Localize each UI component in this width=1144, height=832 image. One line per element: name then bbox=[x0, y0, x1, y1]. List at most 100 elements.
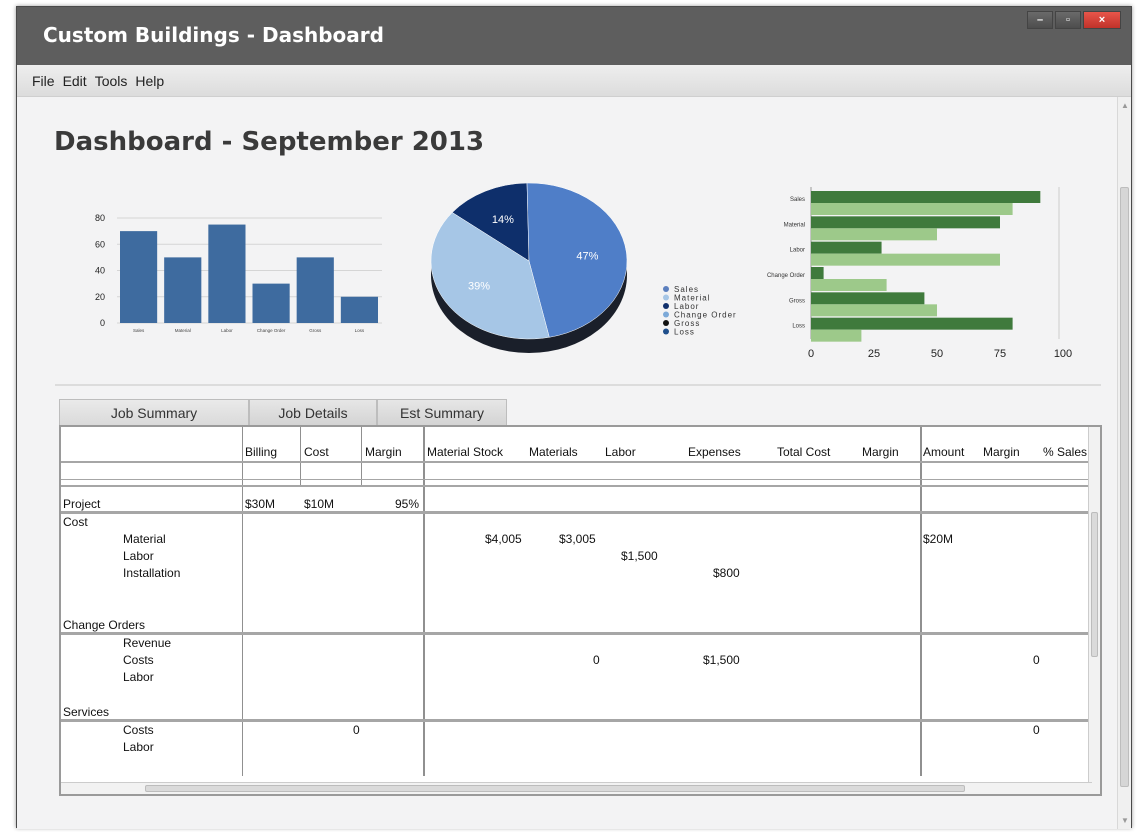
y-tick-label: 80 bbox=[95, 213, 105, 223]
bar bbox=[811, 292, 925, 305]
tab-est-summary[interactable]: Est Summary bbox=[377, 399, 507, 425]
header-expenses: Expenses bbox=[688, 445, 741, 459]
grid-rule bbox=[61, 719, 1092, 722]
maximize-button[interactable]: ▫ bbox=[1055, 11, 1081, 29]
x-tick-label: 100 bbox=[1054, 348, 1072, 359]
cost-material-stock: $4,005 bbox=[485, 532, 522, 546]
project-billing: $30M bbox=[245, 497, 276, 511]
window-vertical-scrollbar[interactable]: ▲ ▼ bbox=[1117, 97, 1131, 829]
page-title: Dashboard - September 2013 bbox=[54, 127, 485, 157]
job-summary-grid: Billing Cost Margin Material Stock Mater… bbox=[59, 425, 1102, 796]
cost-amount: $20M bbox=[923, 532, 954, 546]
change-orders-materials: 0 bbox=[593, 653, 600, 667]
grid-rule bbox=[61, 485, 1092, 487]
bar bbox=[340, 296, 378, 323]
services-costs: Costs bbox=[123, 723, 154, 737]
bar bbox=[811, 191, 1041, 203]
y-tick-label: Material bbox=[784, 222, 805, 228]
bar bbox=[811, 317, 1013, 330]
change-orders-expenses: $1,500 bbox=[703, 653, 740, 667]
minimize-button[interactable]: – bbox=[1027, 11, 1053, 29]
bar bbox=[252, 283, 290, 323]
grid-rule bbox=[61, 461, 1092, 463]
project-label: Project bbox=[63, 497, 101, 511]
grid-horizontal-scroll-thumb[interactable] bbox=[145, 785, 965, 792]
header-materials: Materials bbox=[529, 445, 578, 459]
grid-rule bbox=[61, 479, 1092, 480]
bar bbox=[811, 228, 937, 241]
tab-bar: Job Summary Job Details Est Summary bbox=[59, 399, 507, 425]
bar bbox=[811, 203, 1013, 215]
tab-job-summary[interactable]: Job Summary bbox=[59, 399, 249, 425]
x-tick-label: Change Order bbox=[257, 328, 286, 333]
pie-chart: 14%47%39% SalesMaterialLaborChange OrderG… bbox=[430, 183, 736, 353]
window-title: Custom Buildings - Dashboard bbox=[43, 23, 384, 47]
horizontal-bar-chart: Sales Material Labor Change Order Gross Loss 0… bbox=[767, 187, 1072, 359]
tab-job-details[interactable]: Job Details bbox=[249, 399, 377, 425]
app-window: Custom Buildings - Dashboard – ▫ × File … bbox=[16, 6, 1132, 829]
change-orders-labor: Labor bbox=[123, 670, 154, 684]
y-tick-label: Change Order bbox=[767, 273, 805, 279]
menu-tools[interactable]: Tools bbox=[95, 73, 128, 89]
scroll-up-icon[interactable]: ▲ bbox=[1121, 101, 1129, 110]
x-tick-label: Loss bbox=[355, 328, 365, 333]
legend-marker bbox=[663, 303, 669, 309]
menu-edit[interactable]: Edit bbox=[63, 73, 87, 89]
bar-chart: 0 20 40 60 80 Sales Material Labor Change Order G… bbox=[95, 213, 382, 333]
y-tick-label: Loss bbox=[792, 324, 805, 330]
cost-labor: $1,500 bbox=[621, 549, 658, 563]
bar bbox=[811, 253, 1000, 266]
bar bbox=[811, 216, 1000, 229]
x-tick-label: 50 bbox=[931, 348, 943, 359]
project-cost: $10M bbox=[304, 497, 335, 511]
header-margin: Margin bbox=[365, 445, 402, 459]
close-button[interactable]: × bbox=[1083, 11, 1121, 29]
grid-vertical-scrollbar[interactable] bbox=[1088, 427, 1100, 794]
change-orders-costs: Costs bbox=[123, 653, 154, 667]
grid-divider bbox=[300, 427, 301, 487]
pie-label: 14% bbox=[492, 214, 514, 226]
x-tick-label: 0 bbox=[808, 348, 814, 359]
y-tick-label: Gross bbox=[789, 298, 805, 304]
bar bbox=[120, 231, 158, 323]
y-tick-label: 20 bbox=[95, 292, 105, 302]
header-margin-2: Margin bbox=[862, 445, 899, 459]
scroll-down-icon[interactable]: ▼ bbox=[1121, 816, 1129, 825]
grid-vertical-scroll-thumb[interactable] bbox=[1091, 512, 1098, 657]
grid-divider bbox=[361, 427, 362, 487]
services-label: Services bbox=[63, 705, 110, 719]
services-margin: 0 bbox=[353, 723, 360, 737]
menu-file[interactable]: File bbox=[32, 73, 55, 89]
window-scroll-thumb[interactable] bbox=[1120, 187, 1129, 787]
grid-rule bbox=[61, 632, 1092, 635]
x-tick-label: Material bbox=[175, 328, 191, 333]
y-tick-label: Labor bbox=[790, 248, 805, 254]
change-orders-label: Change Orders bbox=[63, 618, 146, 632]
legend-marker bbox=[663, 294, 669, 301]
cost-section-label: Cost bbox=[63, 515, 88, 529]
change-orders-pct-sales: 0 bbox=[1033, 653, 1040, 667]
y-tick-label: Sales bbox=[790, 197, 805, 203]
x-tick-label: Labor bbox=[221, 328, 233, 333]
header-billing: Billing bbox=[245, 445, 278, 459]
header-amount: Amount bbox=[923, 445, 965, 459]
x-tick-label: Sales bbox=[133, 328, 145, 333]
grid-rule bbox=[61, 511, 1092, 514]
y-tick-label: 60 bbox=[95, 239, 105, 249]
services-labor: Labor bbox=[123, 740, 154, 754]
legend-marker bbox=[663, 311, 669, 318]
header-cost: Cost bbox=[304, 445, 329, 459]
grid-horizontal-scrollbar[interactable] bbox=[61, 782, 1092, 794]
cost-materials: $3,005 bbox=[559, 532, 596, 546]
project-margin: 95% bbox=[394, 497, 419, 511]
header-margin-3: Margin bbox=[983, 445, 1020, 459]
pie-label: 39% bbox=[468, 281, 490, 293]
legend-marker bbox=[663, 328, 669, 335]
title-bar: Custom Buildings - Dashboard – ▫ × bbox=[17, 7, 1131, 65]
bar bbox=[296, 257, 334, 323]
menu-bar: File Edit Tools Help bbox=[17, 65, 1131, 97]
bar bbox=[811, 241, 882, 254]
bar bbox=[164, 257, 202, 323]
header-labor: Labor bbox=[605, 445, 636, 459]
menu-help[interactable]: Help bbox=[135, 73, 164, 89]
